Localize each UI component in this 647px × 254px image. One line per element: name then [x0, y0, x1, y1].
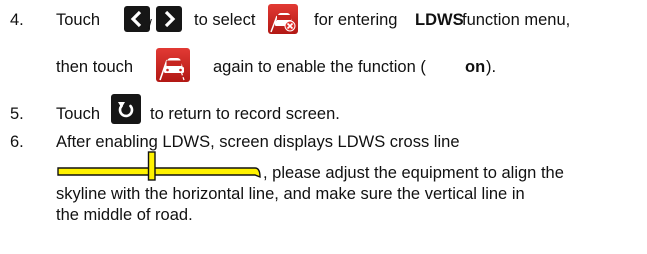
- next-button[interactable]: [156, 6, 182, 32]
- step-text: After enabling LDWS, screen displays LDW…: [56, 133, 460, 151]
- step-text: , please adjust the equipment to align t…: [263, 164, 564, 182]
- on-label: on: [465, 58, 486, 76]
- step-text: to select: [194, 11, 256, 29]
- ldws-off-button[interactable]: [268, 4, 298, 34]
- chevron-right-icon: [164, 10, 176, 28]
- step-number: 5.: [10, 105, 24, 123]
- return-icon: [118, 102, 134, 118]
- ldws-button[interactable]: [156, 48, 190, 82]
- step-text: Touch: [56, 11, 101, 29]
- chevron-left-icon: [130, 10, 142, 28]
- step-text: function menu,: [462, 11, 571, 29]
- return-button[interactable]: [111, 94, 141, 124]
- step-text: the middle of road.: [56, 206, 193, 224]
- previous-button[interactable]: [124, 6, 150, 32]
- separator: /: [148, 16, 152, 32]
- ldws-car-icon: [159, 58, 185, 81]
- ldws-cross-line-icon: [57, 151, 261, 181]
- ldws-label: LDWS: [415, 11, 464, 29]
- step-number: 6.: [10, 133, 24, 151]
- step-text: again to enable the function (: [213, 58, 426, 76]
- ldws-car-off-icon: [270, 13, 296, 33]
- step-number: 4.: [10, 11, 24, 29]
- step-text: Touch: [56, 105, 101, 123]
- step-text: then touch: [56, 58, 134, 76]
- step-text: ).: [486, 58, 497, 76]
- step-text: for entering: [314, 11, 398, 29]
- step-text: skyline with the horizontal line, and ma…: [56, 185, 525, 203]
- step-text: to return to record screen.: [150, 105, 340, 123]
